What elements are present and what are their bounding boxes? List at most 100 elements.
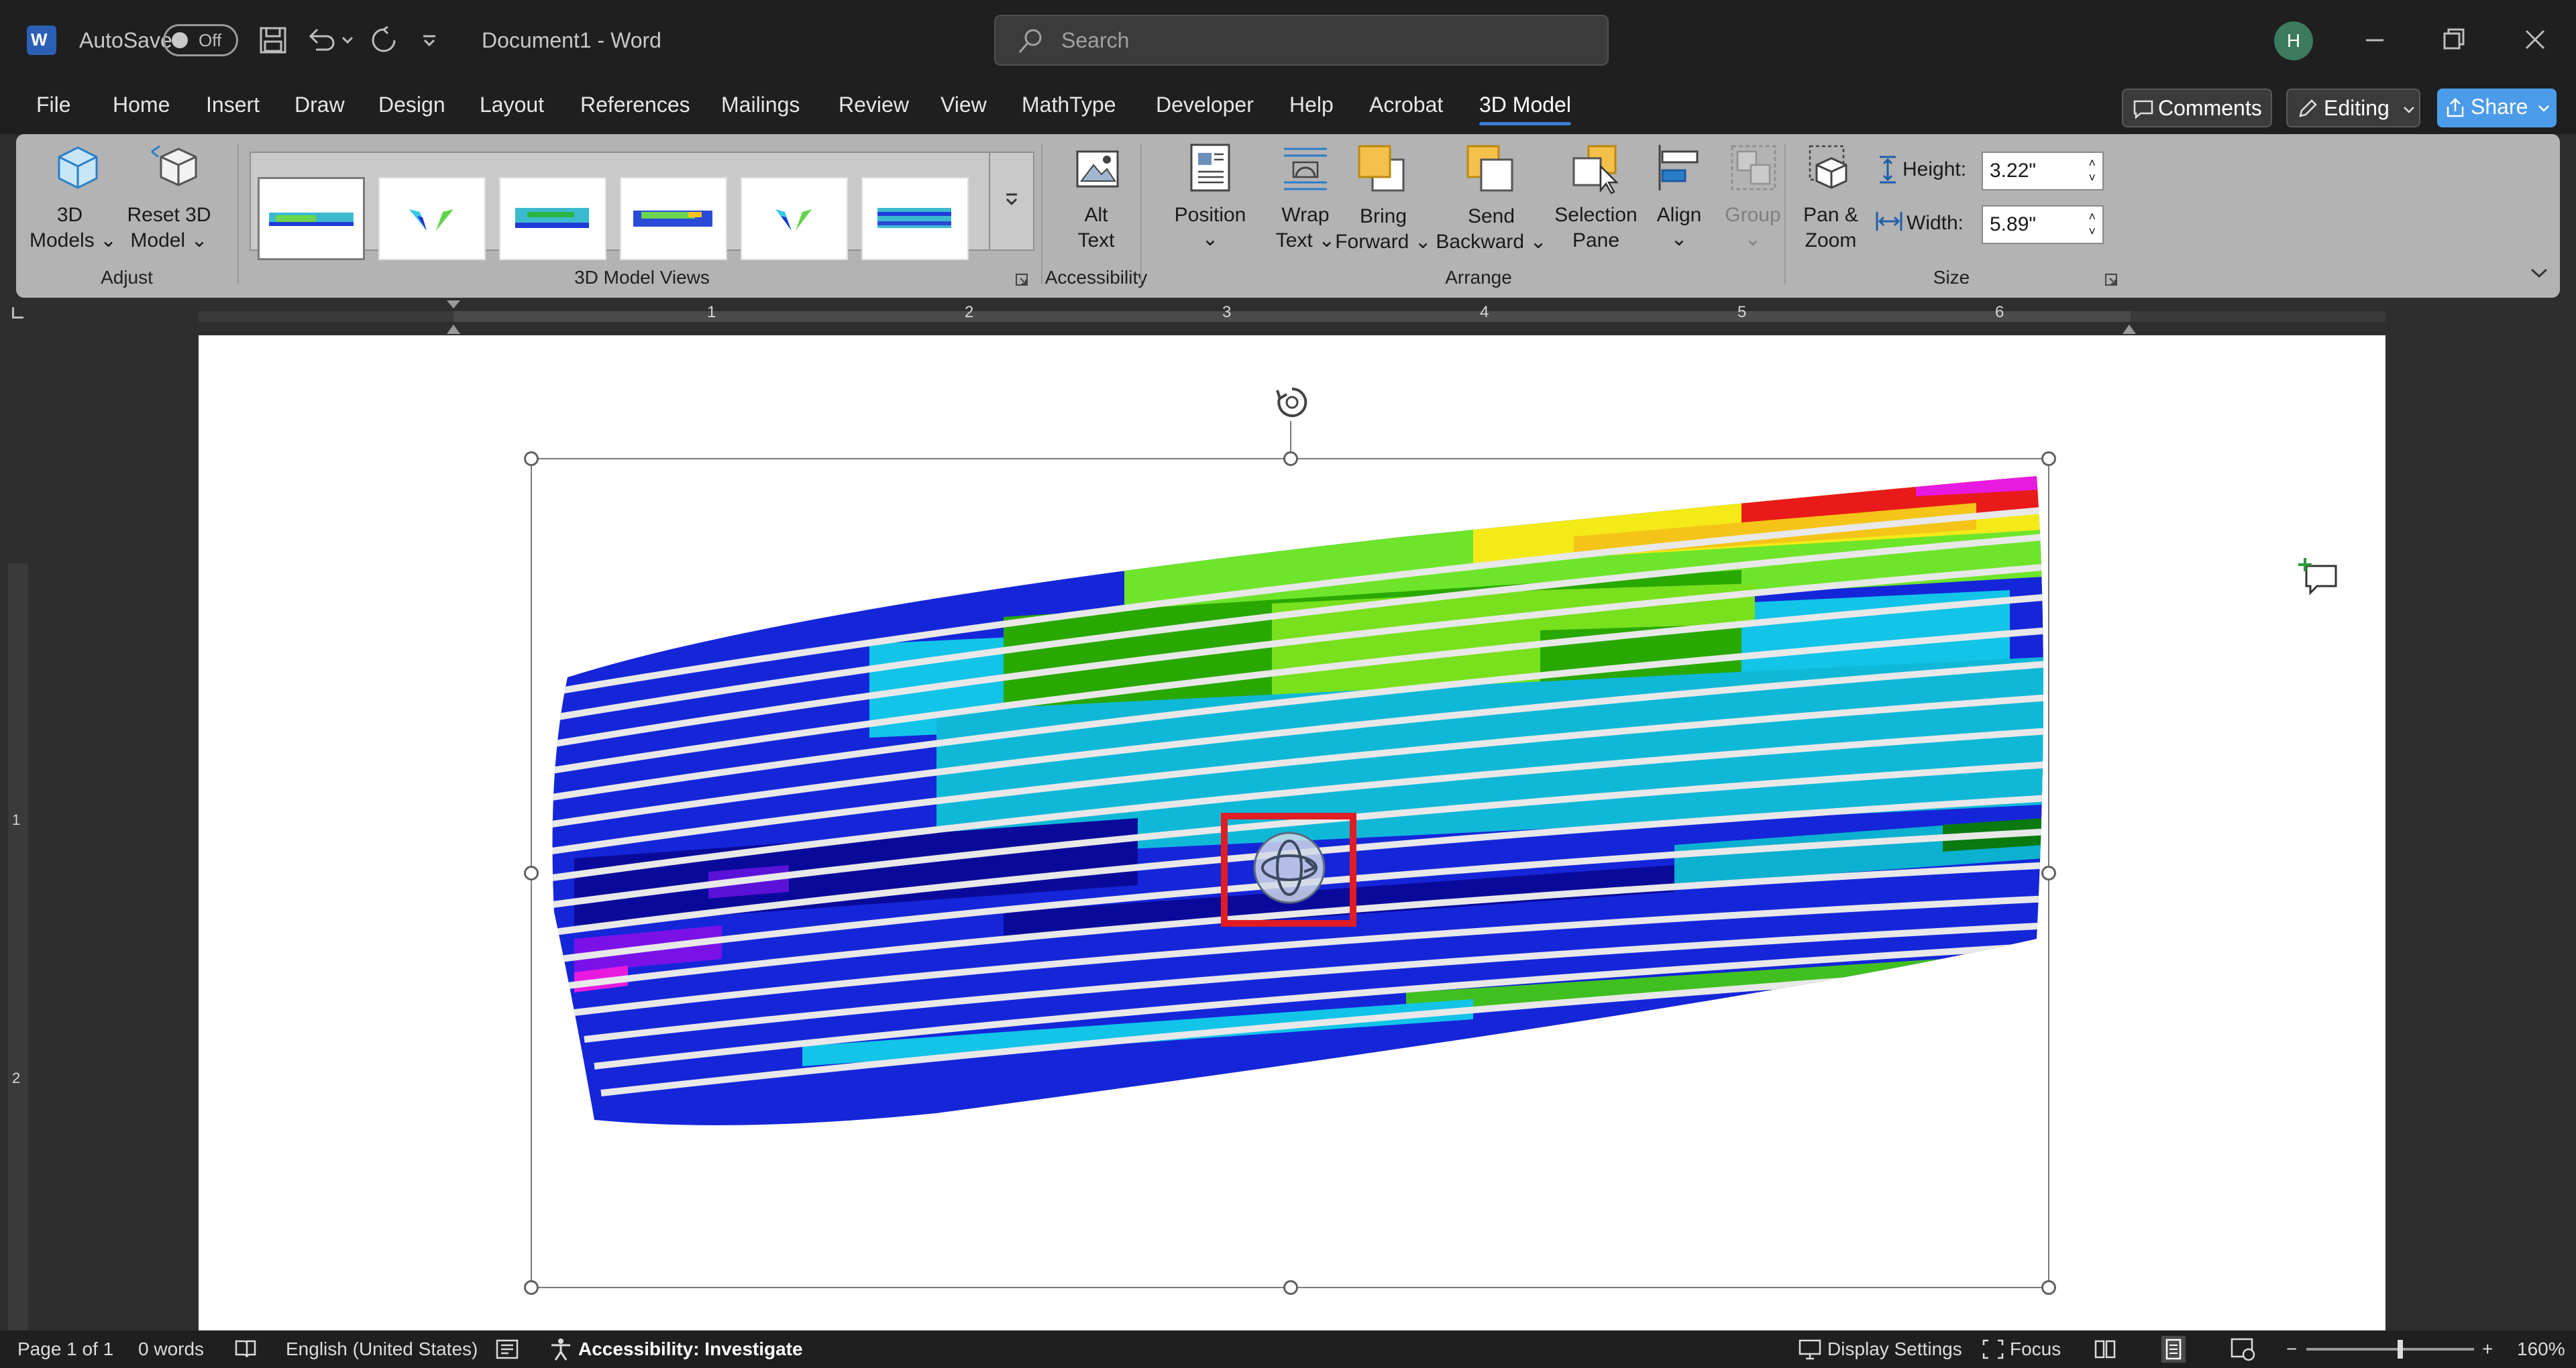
view-thumbnail[interactable] <box>258 177 365 260</box>
close-icon[interactable] <box>2518 23 2552 56</box>
height-input[interactable]: 3.22" ˄ ˅ <box>1982 152 2104 190</box>
collapse-ribbon-icon[interactable] <box>2529 266 2549 280</box>
3d-rotate-control-icon[interactable] <box>1250 829 1328 907</box>
display-settings-icon[interactable] <box>1798 1338 1822 1360</box>
selection-pane-button[interactable]: Selection Pane <box>1539 141 1653 255</box>
3d-models-button[interactable]: 3D Models ⌄ <box>30 141 117 255</box>
tab-stop-selector[interactable] <box>12 307 23 319</box>
resize-handle[interactable] <box>2041 451 2056 466</box>
resize-handle[interactable] <box>2041 1280 2056 1295</box>
new-comment-icon[interactable] <box>2297 557 2340 597</box>
track-changes-icon[interactable] <box>495 1338 519 1360</box>
ruler-number: 5 <box>1737 303 1747 321</box>
send-backward-button[interactable]: Send Backward ⌄ <box>1436 141 1547 255</box>
right-indent-marker-icon[interactable] <box>2120 318 2139 335</box>
zoom-slider-thumb[interactable] <box>2398 1340 2403 1359</box>
share-button[interactable]: Share <box>2437 89 2557 127</box>
rotate-handle-icon[interactable] <box>1272 382 1312 422</box>
resize-handle[interactable] <box>524 866 539 880</box>
comments-button[interactable]: Comments <box>2122 89 2272 127</box>
tab-insert[interactable]: Insert <box>206 93 260 117</box>
resize-handle[interactable] <box>524 451 539 466</box>
save-icon[interactable] <box>258 25 288 55</box>
read-mode-icon[interactable] <box>2093 1337 2117 1361</box>
tab-mailings[interactable]: Mailings <box>721 93 800 117</box>
redo-icon[interactable] <box>368 24 400 56</box>
minimize-icon[interactable] <box>2358 23 2392 56</box>
tab-review[interactable]: Review <box>839 93 909 117</box>
zoom-slider[interactable] <box>2306 1348 2474 1351</box>
gallery-more-button[interactable] <box>989 153 1034 249</box>
group-divider <box>1140 144 1142 284</box>
view-thumbnail[interactable] <box>499 177 606 260</box>
accessibility-group-label: Accessibility <box>1044 267 1148 288</box>
zoom-in-button[interactable]: + <box>2482 1338 2493 1360</box>
width-input[interactable]: 5.89" ˄ ˅ <box>1982 205 2104 244</box>
tab-draw[interactable]: Draw <box>294 93 345 117</box>
view-thumbnail[interactable] <box>861 177 969 260</box>
resize-handle[interactable] <box>2041 866 2056 880</box>
position-button[interactable]: Position ⌄ <box>1157 141 1264 262</box>
zoom-out-button[interactable]: − <box>2286 1338 2297 1360</box>
send-backward-label-2: Backward ⌄ <box>1436 231 1547 253</box>
tab-3d-model[interactable]: 3D Model <box>1479 93 1571 125</box>
reset-3d-model-button[interactable]: Reset 3D Model ⌄ <box>127 141 211 255</box>
height-spinner[interactable]: ˄ ˅ <box>2088 156 2096 185</box>
send-backward-label-1: Send <box>1467 205 1515 227</box>
avatar[interactable]: H <box>2274 21 2313 60</box>
tab-help[interactable]: Help <box>1289 93 1334 117</box>
language[interactable]: English (United States) <box>286 1338 478 1360</box>
proofing-icon[interactable] <box>233 1338 258 1360</box>
autosave-state: Off <box>199 30 222 50</box>
tab-mathtype[interactable]: MathType <box>1022 93 1116 117</box>
group-button[interactable]: Group ⌄ <box>1716 141 1790 255</box>
width-spinner[interactable]: ˄ ˅ <box>2088 209 2096 239</box>
dialog-launcher-icon[interactable] <box>2104 272 2118 287</box>
display-settings[interactable]: Display Settings <box>1827 1338 1962 1360</box>
view-thumbnail[interactable] <box>741 177 848 260</box>
page-count[interactable]: Page 1 of 1 <box>17 1338 113 1360</box>
resize-handle[interactable] <box>1283 451 1298 466</box>
tab-developer[interactable]: Developer <box>1156 93 1254 117</box>
resize-handle[interactable] <box>1283 1280 1298 1295</box>
align-button[interactable]: Align ⌄ <box>1642 141 1716 255</box>
print-layout-icon[interactable] <box>2161 1336 2186 1363</box>
tab-references[interactable]: References <box>580 93 690 117</box>
document-page[interactable] <box>199 335 2385 1330</box>
zoom-level[interactable]: 160% <box>2517 1338 2565 1360</box>
tab-layout[interactable]: Layout <box>480 93 544 117</box>
search-box[interactable]: Search <box>994 15 1609 66</box>
ribbon: 3D Models ⌄ Reset 3D Model ⌄ Adjust 3D M… <box>16 134 2560 298</box>
resize-handle[interactable] <box>524 1280 539 1295</box>
web-layout-icon[interactable] <box>2230 1337 2257 1361</box>
pan-zoom-button[interactable]: Pan & Zoom <box>1794 141 1868 255</box>
horizontal-ruler[interactable]: 1 2 3 4 5 6 <box>0 298 2576 335</box>
pencil-icon <box>2299 99 2317 117</box>
bring-forward-button[interactable]: Bring Forward ⌄ <box>1335 141 1432 255</box>
dialog-launcher-icon[interactable] <box>1014 272 1029 287</box>
indent-marker-icon[interactable] <box>444 298 463 335</box>
autosave-toggle[interactable]: Off <box>163 24 238 56</box>
tab-home[interactable]: Home <box>113 93 170 117</box>
alt-text-button[interactable]: Alt Text <box>1049 141 1143 255</box>
view-thumbnail[interactable] <box>620 177 727 260</box>
view-thumbnail[interactable] <box>378 177 486 260</box>
position-icon <box>1190 144 1230 192</box>
word-count[interactable]: 0 words <box>138 1338 204 1360</box>
accessibility-icon[interactable] <box>549 1337 573 1361</box>
focus-mode[interactable]: Focus <box>2010 1338 2061 1360</box>
accessibility-status[interactable]: Accessibility: Investigate <box>578 1338 803 1360</box>
3d-model-views-gallery[interactable] <box>250 152 1034 260</box>
undo-icon[interactable] <box>305 24 337 56</box>
tab-view[interactable]: View <box>941 93 987 117</box>
tab-file[interactable]: File <box>36 93 71 117</box>
undo-dropdown-icon[interactable] <box>341 35 354 46</box>
customize-toolbar-icon[interactable] <box>421 32 437 48</box>
vertical-ruler[interactable]: 1 2 <box>0 335 36 1330</box>
focus-icon[interactable] <box>1982 1338 2004 1360</box>
tab-acrobat[interactable]: Acrobat <box>1369 93 1443 117</box>
editing-button[interactable]: Editing <box>2286 89 2420 127</box>
tab-design[interactable]: Design <box>378 93 445 117</box>
3d-model-views-label: 3D Model Views <box>574 267 710 288</box>
restore-icon[interactable] <box>2436 23 2470 56</box>
